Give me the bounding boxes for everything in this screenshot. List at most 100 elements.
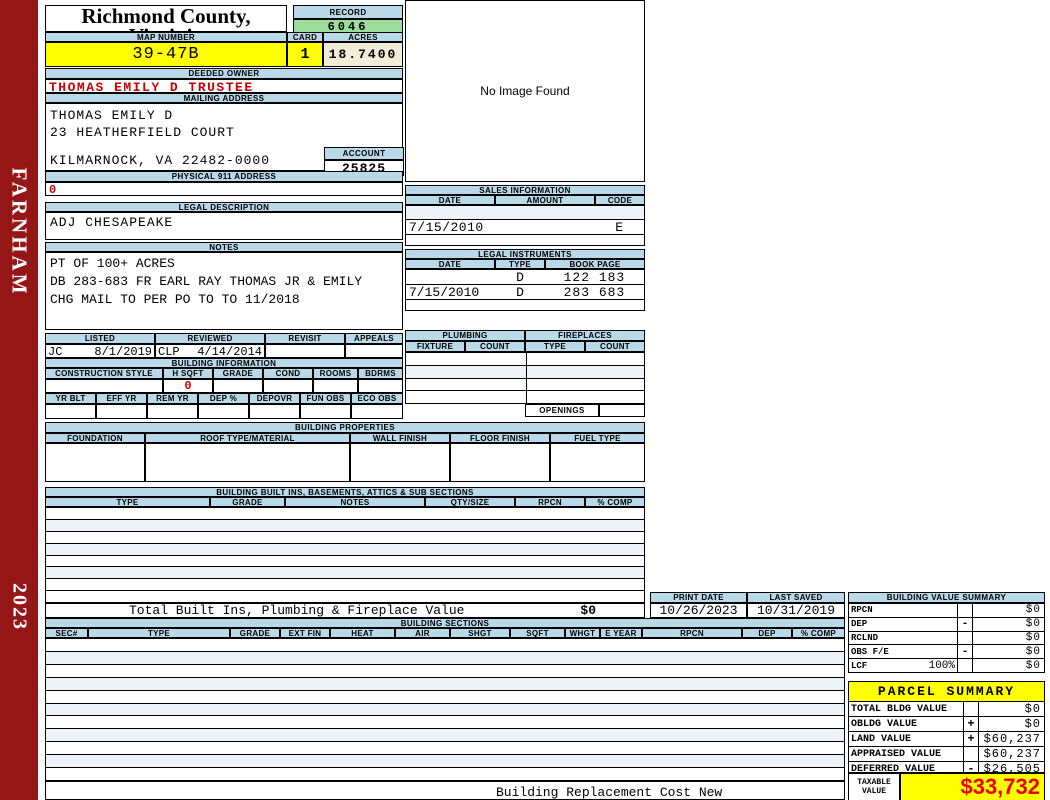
li-type-value: D xyxy=(516,285,524,300)
taxable-value-label: TAXABLE VALUE xyxy=(848,773,900,800)
plumbing-row xyxy=(406,353,644,366)
bs-eyear-label: E YEAR xyxy=(600,628,642,638)
sales-table: 7/15/2010 E xyxy=(405,205,645,246)
ecoobs-label: ECO OBS xyxy=(351,393,403,404)
notes-label: NOTES xyxy=(45,242,403,252)
roof-type-label: ROOF TYPE/MATERIAL xyxy=(145,433,350,443)
deeded-owner-label: DEEDED OWNER xyxy=(45,68,403,79)
bs-sec-label: SEC# xyxy=(45,628,88,638)
legal-instruments-table: D 122 183 7/15/2010 D 283 683 xyxy=(405,269,645,311)
li-date-label: DATE xyxy=(405,259,495,269)
notes-box: PT OF 100+ ACRES DB 283-683 FR EARL RAY … xyxy=(45,252,403,330)
li-bookpage-label: BOOK PAGE xyxy=(545,259,645,269)
record-box: RECORD 6046 xyxy=(293,5,403,35)
listed-by: JC xyxy=(48,345,63,359)
map-header-row: MAP NUMBER CARD ACRES xyxy=(45,32,403,42)
effyr-value xyxy=(96,404,147,419)
plumbing-fireplaces-table xyxy=(405,352,645,404)
building-information-label: BUILDING INFORMATION xyxy=(45,358,403,368)
legal-instruments-label: LEGAL INSTRUMENTS xyxy=(405,249,645,259)
li-type-value: D xyxy=(516,270,524,285)
bi-comp-label: % COMP xyxy=(585,497,645,507)
building-info-header-row-1: CONSTRUCTION STYLE H SQFT GRADE COND ROO… xyxy=(45,368,403,379)
floor-finish-label: FLOOR FINISH xyxy=(450,433,550,443)
sales-row-empty xyxy=(406,206,644,220)
note-line: CHG MAIL TO PER PO TO TO 11/2018 xyxy=(50,292,300,307)
yrblt-value xyxy=(45,404,96,419)
bvs-row-label: LCF xyxy=(851,660,868,671)
legal-instrument-row: 7/15/2010 D 283 683 xyxy=(406,285,644,300)
card-label: CARD xyxy=(287,32,323,42)
hsqft-value: 0 xyxy=(163,379,213,393)
bi-type-label: TYPE xyxy=(45,497,210,507)
tax-year-label: 2023 xyxy=(8,583,31,631)
taxable-value-row: TAXABLE VALUE $33,732 xyxy=(848,773,1045,800)
cond-label: COND xyxy=(263,368,313,379)
mailing-address-box: THOMAS EMILY D 23 HEATHERFIELD COURT KIL… xyxy=(45,103,404,176)
bvs-row-label: RCLND xyxy=(851,632,879,643)
bvs-row-value: $0 xyxy=(1025,604,1041,617)
parcel-row-value: $60,237 xyxy=(983,747,1041,761)
bvs-row-label: DEP xyxy=(851,619,868,630)
parcel-row-op: + xyxy=(964,717,979,731)
replacement-cost-label: Building Replacement Cost New xyxy=(496,785,723,800)
building-properties-header-row: FOUNDATION ROOF TYPE/MATERIAL WALL FINIS… xyxy=(45,433,645,443)
parcel-row-op xyxy=(964,747,979,761)
built-ins-row-empty xyxy=(46,579,644,592)
bi-qty-label: QTY/SIZE xyxy=(425,497,515,507)
legal-description-value: ADJ CHESAPEAKE xyxy=(45,212,403,240)
bvs-row-op xyxy=(958,659,973,672)
dep-pct-label: DEP % xyxy=(198,393,249,404)
yrblt-label: YR BLT xyxy=(45,393,96,404)
bs-type-label: TYPE xyxy=(88,628,230,638)
sales-information-label: SALES INFORMATION xyxy=(405,185,645,195)
reviewed-value: CLP 4/14/2014 xyxy=(155,344,265,359)
funobs-value xyxy=(300,404,351,419)
funobs-label: FUN OBS xyxy=(300,393,351,404)
physical-address-label: PHYSICAL 911 ADDRESS xyxy=(45,171,403,182)
building-info-value-row-1: 0 xyxy=(45,379,403,393)
parcel-row-op: + xyxy=(964,732,979,746)
review-header-row: LISTED REVIEWED REVISIT APPEALS xyxy=(45,333,403,344)
built-ins-table xyxy=(45,507,645,603)
remyr-label: REM YR xyxy=(147,393,198,404)
construction-style-value xyxy=(45,379,163,393)
review-value-row: JC 8/1/2019 CLP 4/14/2014 xyxy=(45,344,403,359)
floor-finish-value xyxy=(450,443,550,482)
legal-description-label: LEGAL DESCRIPTION xyxy=(45,202,403,212)
building-sections-row-empty xyxy=(46,703,844,717)
building-sections-row-empty xyxy=(46,768,844,780)
note-line: PT OF 100+ ACRES xyxy=(50,256,175,271)
plumbing-row xyxy=(406,378,644,392)
parcel-summary-label: PARCEL SUMMARY xyxy=(848,681,1045,702)
bvs-row-value: $0 xyxy=(1025,659,1041,672)
roof-type-value xyxy=(145,443,350,482)
construction-style-label: CONSTRUCTION STYLE xyxy=(45,368,163,379)
building-info-header-row-2: YR BLT EFF YR REM YR DEP % DEPOVR FUN OB… xyxy=(45,393,403,404)
bvs-row: RPCN $0 xyxy=(849,604,1044,618)
sales-code-value: E xyxy=(615,220,624,235)
built-ins-row-empty xyxy=(46,543,644,556)
parcel-row-label: LAND VALUE xyxy=(849,732,964,746)
li-bookpage-value: 122 183 xyxy=(563,270,626,285)
bvs-row-label: OBS F/E xyxy=(851,646,889,657)
wall-finish-label: WALL FINISH xyxy=(350,433,450,443)
sales-date-value: 7/15/2010 xyxy=(409,220,484,235)
building-sections-row-empty xyxy=(46,755,844,769)
building-sections-row-empty xyxy=(46,742,844,756)
sales-header-row: DATE AMOUNT CODE xyxy=(405,195,645,205)
openings-label: OPENINGS xyxy=(525,404,599,417)
building-sections-table xyxy=(45,638,845,781)
appeals-value xyxy=(345,344,403,358)
li-type-label: TYPE xyxy=(495,259,545,269)
bdrms-value xyxy=(358,379,403,393)
bvs-row: DEP - $0 xyxy=(849,617,1044,632)
building-sections-header-row: SEC# TYPE GRADE EXT FIN HEAT AIR SHGT SQ… xyxy=(45,628,845,638)
grade-value xyxy=(213,379,263,393)
built-ins-total-value: $0 xyxy=(580,603,596,618)
bs-rpcn-label: RPCN xyxy=(642,628,742,638)
listed-date: 8/1/2019 xyxy=(94,345,152,359)
parcel-row: TOTAL BLDG VALUE $0 xyxy=(849,702,1044,717)
property-record-card: FARNHAM 2023 Richmond County, Virginia C… xyxy=(0,0,1050,800)
print-date-value: 10/26/2023 xyxy=(650,603,747,618)
